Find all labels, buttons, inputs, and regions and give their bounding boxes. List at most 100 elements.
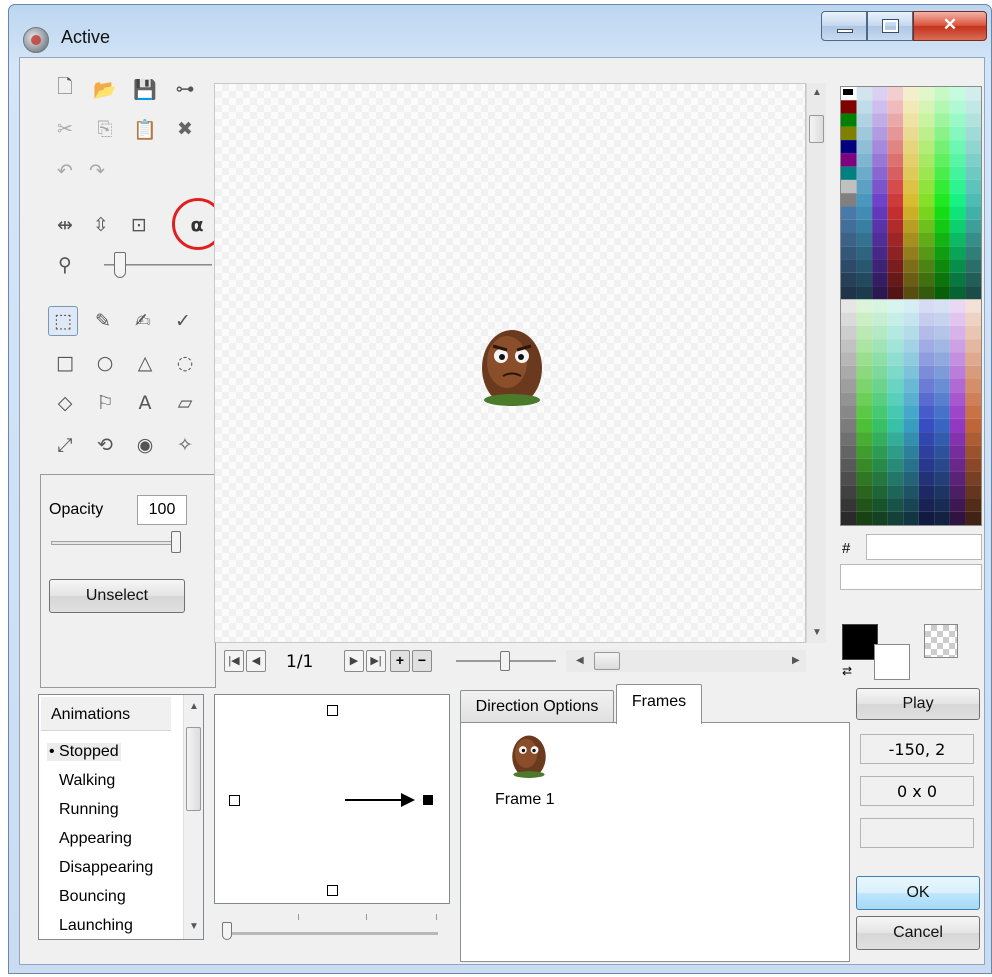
palette-swatch[interactable] [918, 379, 935, 393]
palette-swatch[interactable] [903, 193, 919, 207]
palette-swatch[interactable] [965, 511, 981, 525]
palette-swatch[interactable] [903, 392, 919, 406]
brush-icon[interactable]: ✓ [168, 306, 198, 336]
palette-swatch[interactable] [903, 498, 919, 512]
palette-swatch[interactable] [841, 485, 857, 499]
palette-swatch[interactable] [856, 312, 873, 326]
palette-swatch[interactable] [887, 339, 904, 353]
palette-swatch[interactable] [965, 325, 981, 340]
palette-swatch[interactable] [887, 299, 904, 313]
palette-swatch[interactable] [841, 339, 857, 353]
palette-swatch[interactable] [965, 193, 981, 207]
palette-swatch[interactable] [887, 87, 904, 101]
flip-vertical-icon[interactable]: ⇳ [86, 210, 116, 240]
palette-swatch[interactable] [949, 140, 966, 154]
pen-icon[interactable]: ✍ [128, 306, 158, 336]
palette-swatch[interactable] [949, 286, 966, 300]
palette-swatch[interactable] [934, 418, 950, 433]
palette-swatch[interactable] [949, 511, 966, 525]
palette-swatch[interactable] [903, 272, 919, 287]
palette-swatch[interactable] [918, 140, 935, 154]
palette-swatch[interactable] [965, 312, 981, 326]
next-frame-icon[interactable]: ▶ [344, 650, 364, 672]
palette-swatch[interactable] [872, 445, 888, 459]
palette-swatch[interactable] [887, 352, 904, 366]
palette-swatch[interactable] [965, 471, 981, 486]
palette-swatch[interactable] [934, 392, 950, 406]
undo-icon[interactable]: ↶ [50, 156, 80, 186]
palette-swatch[interactable] [887, 432, 904, 446]
palette-swatch[interactable] [872, 458, 888, 472]
palette-swatch[interactable] [903, 485, 919, 499]
palette-swatch[interactable] [918, 511, 935, 525]
add-frame-icon[interactable]: + [390, 650, 410, 672]
palette-swatch[interactable] [934, 379, 950, 393]
palette-swatch[interactable] [934, 458, 950, 472]
palette-swatch[interactable] [887, 392, 904, 406]
palette-swatch[interactable] [872, 193, 888, 207]
palette-swatch[interactable] [934, 325, 950, 340]
palette-swatch[interactable] [872, 233, 888, 247]
palette-swatch[interactable] [856, 392, 873, 406]
text-tool-icon[interactable]: A [130, 388, 160, 418]
palette-swatch[interactable] [918, 206, 935, 220]
palette-swatch[interactable] [934, 166, 950, 180]
palette-swatch[interactable] [965, 498, 981, 512]
palette-swatch[interactable] [965, 166, 981, 180]
delete-icon[interactable]: ✖ [170, 114, 200, 144]
zoom-slider-thumb[interactable] [114, 252, 126, 278]
palette-swatch[interactable] [903, 365, 919, 379]
palette-swatch[interactable] [887, 233, 904, 247]
palette-swatch[interactable] [841, 166, 857, 180]
previous-frame-icon[interactable]: ◀ [246, 650, 266, 672]
palette-swatch[interactable] [872, 126, 888, 141]
palette-swatch[interactable] [934, 272, 950, 287]
palette-swatch[interactable] [872, 418, 888, 433]
palette-swatch[interactable] [918, 126, 935, 141]
palette-swatch[interactable] [872, 392, 888, 406]
resize-icon[interactable]: ⊡ [124, 210, 154, 240]
animation-item-launching[interactable]: Launching [59, 917, 133, 935]
palette-swatch[interactable] [872, 179, 888, 194]
palette-swatch[interactable] [949, 206, 966, 220]
tab-frames[interactable]: Frames [616, 684, 702, 724]
speed-slider-thumb[interactable] [222, 922, 232, 940]
palette-swatch[interactable] [887, 365, 904, 379]
palette-swatch[interactable] [918, 325, 935, 340]
color-name-input[interactable] [840, 564, 982, 590]
palette-swatch[interactable] [841, 458, 857, 472]
palette-swatch[interactable] [856, 272, 873, 287]
palette-swatch[interactable] [856, 325, 873, 340]
palette-swatch[interactable] [949, 219, 966, 233]
maximize-button[interactable] [867, 11, 913, 41]
paste-icon[interactable]: 📋 [130, 114, 160, 144]
palette-swatch[interactable] [872, 272, 888, 287]
palette-swatch[interactable] [949, 352, 966, 366]
palette-swatch[interactable] [872, 153, 888, 167]
palette-swatch[interactable] [841, 498, 857, 512]
rectangle-icon[interactable]: □ [50, 348, 80, 378]
palette-swatch[interactable] [965, 126, 981, 141]
palette-swatch[interactable] [872, 498, 888, 512]
palette-swatch[interactable] [872, 259, 888, 273]
palette-swatch[interactable] [949, 312, 966, 326]
palette-swatch[interactable] [856, 418, 873, 433]
palette-swatch[interactable] [872, 365, 888, 379]
horizontal-scroll-thumb[interactable] [594, 652, 620, 670]
palette-swatch[interactable] [934, 233, 950, 247]
palette-swatch[interactable] [856, 286, 873, 300]
transparent-color-swatch[interactable] [924, 624, 958, 658]
palette-swatch[interactable] [934, 432, 950, 446]
palette-swatch[interactable] [887, 471, 904, 486]
palette-swatch[interactable] [949, 126, 966, 141]
palette-swatch[interactable] [887, 498, 904, 512]
palette-swatch[interactable] [903, 259, 919, 273]
animations-list[interactable]: Animations • Stopped Walking Running App… [38, 694, 204, 940]
palette-swatch[interactable] [903, 179, 919, 194]
palette-swatch[interactable] [856, 179, 873, 194]
palette-swatch[interactable] [872, 113, 888, 127]
palette-swatch[interactable] [841, 219, 857, 233]
palette-swatch[interactable] [903, 299, 919, 313]
scroll-up-icon[interactable]: ▲ [812, 87, 822, 98]
unselect-button[interactable]: Unselect [49, 579, 185, 613]
